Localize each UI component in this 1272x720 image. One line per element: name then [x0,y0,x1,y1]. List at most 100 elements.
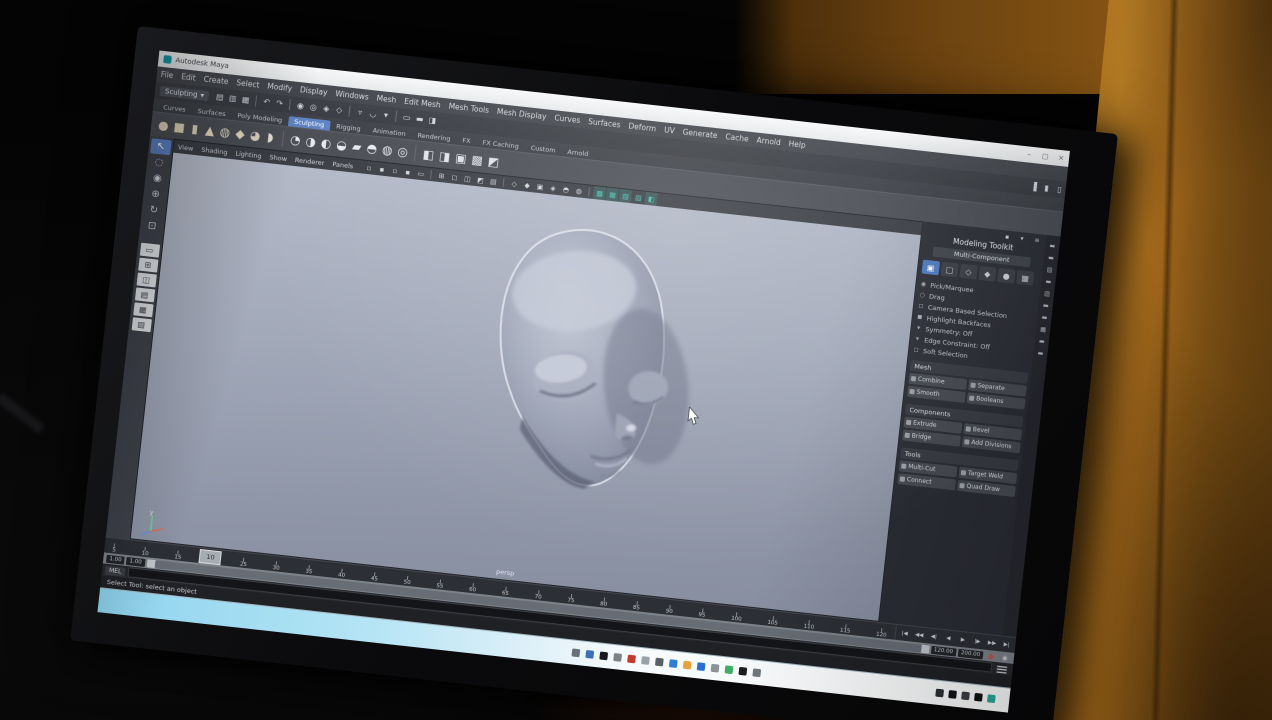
film-gate-icon[interactable]: ◻ [448,170,461,184]
play-forwards-button[interactable]: ▶ [956,632,970,648]
flatten-brush-icon[interactable]: ▰ [350,134,365,159]
pinch-brush-icon[interactable]: ◒ [334,132,349,157]
select-object-icon[interactable]: ◎ [306,98,320,116]
step-forward-key-button[interactable]: |▶ [971,633,985,649]
lasso-tool[interactable]: ◌ [148,154,170,171]
playback-start-field[interactable]: 1.00 [126,556,146,567]
image-plane-icon[interactable]: ▭ [414,166,427,180]
bulge-brush-icon[interactable]: ▣ [453,146,469,171]
smear-brush-icon[interactable]: ◨ [437,144,453,169]
menu-item[interactable]: Windows [331,89,373,102]
plane-primitive-icon[interactable]: ◆ [233,121,248,146]
menu-item[interactable]: File [156,69,177,80]
render-settings-icon[interactable]: ◨ [426,111,440,129]
field-chart-icon[interactable]: ▤ [487,174,500,188]
play-backwards-button[interactable]: ◀ [942,630,956,646]
wireframe-icon[interactable]: ◇ [508,177,521,191]
viewport-menu-item[interactable]: Panels [328,159,358,170]
range-handle-right[interactable] [920,644,930,654]
menu-item[interactable]: Generate [678,127,722,141]
xray-joints-icon[interactable]: ▧ [618,188,633,204]
layout-persp-graph-button[interactable]: ▦ [132,302,154,318]
layout-single-pane-button[interactable]: ▭ [139,242,160,258]
range-handle-left[interactable] [146,558,156,568]
taskbar-app-icon[interactable] [585,649,595,659]
menu-item[interactable]: Surfaces [584,117,625,130]
menu-item[interactable]: Deform [624,121,661,134]
cone-primitive-icon[interactable]: ▲ [203,118,218,143]
menu-item[interactable]: Modify [263,81,297,94]
vertex-mode-button[interactable]: □ [940,261,959,278]
tray-icon[interactable] [986,694,996,704]
taskbar-app-icon[interactable] [724,665,734,675]
viewport-menu-item[interactable]: Shading [197,145,232,157]
tray-icon[interactable] [948,690,957,699]
taskbar-app-icon[interactable] [627,654,637,664]
uv-mode-button[interactable]: ● [997,267,1016,284]
side-tab-icon[interactable]: ▤ [1043,265,1056,274]
new-scene-icon[interactable]: ▤ [213,88,227,106]
select-camera-icon[interactable]: ▫ [362,161,375,175]
check-control[interactable]: ◻ [912,346,921,354]
taskbar-app-icon[interactable] [683,660,692,670]
torus-primitive-icon[interactable]: ◍ [217,120,232,145]
redo-icon[interactable]: ↷ [273,94,287,112]
viewport-canvas[interactable]: y persp [130,152,921,621]
taskbar-app-icon[interactable] [613,653,623,662]
object-mode-button[interactable]: ▣ [921,259,941,276]
viewport-menu-item[interactable]: Lighting [231,149,266,161]
cylinder-primitive-icon[interactable]: ▮ [188,116,203,141]
taskbar-app-icon[interactable] [669,659,678,669]
taskbar-app-icon[interactable] [641,656,651,665]
menu-item[interactable]: Curves [550,113,585,126]
side-tab-icon[interactable]: ▬ [1039,301,1052,310]
spray-brush-icon[interactable]: ◍ [380,137,395,162]
isolate-select-icon[interactable]: ▩ [593,186,607,201]
tray-icon[interactable] [961,691,970,701]
shadows-icon[interactable]: ◓ [559,182,572,196]
sidebar-tool-settings-icon[interactable]: ▮ [1040,179,1054,197]
save-scene-icon[interactable]: ▦ [239,91,253,109]
sidebar-channel-box-icon[interactable]: ▯ [1053,181,1067,199]
knife-brush-icon[interactable]: ◧ [421,142,437,167]
gate-mask-icon[interactable]: ◩ [474,173,487,187]
side-tab-icon[interactable]: ▬ [1046,241,1059,250]
paint-select-tool[interactable]: ◉ [147,170,169,187]
freeze-brush-icon[interactable]: ◩ [486,149,502,174]
radio-control[interactable]: ◉ [919,280,928,288]
mel-label[interactable]: MEL [104,565,126,577]
grid-toggle-icon[interactable]: ⊞ [435,169,448,183]
taskbar-app-icon[interactable] [655,657,665,667]
snap-grid-icon[interactable]: ▿ [353,103,367,121]
amplify-brush-icon[interactable]: ▩ [469,147,485,172]
taskbar-app-icon[interactable] [752,668,762,678]
edge-mode-button[interactable]: ◇ [959,263,978,280]
check-control[interactable]: ◼ [915,313,924,321]
side-tab-icon[interactable]: ▦ [1037,325,1050,334]
disc-primitive-icon[interactable]: ◕ [248,123,263,148]
taskbar-app-icon[interactable] [696,662,706,672]
taskbar-app-icon[interactable] [571,648,581,658]
foamy-brush-icon[interactable]: ◓ [364,136,379,161]
face-mode-button[interactable]: ◆ [978,265,997,282]
taskbar-app-icon[interactable] [738,666,748,676]
lock-camera-icon[interactable]: ▪ [375,162,388,176]
menu-set-dropdown[interactable]: Sculpting ▾ [159,85,210,101]
current-frame-marker[interactable]: 10 [198,549,223,566]
repeat-brush-icon[interactable]: ◎ [395,139,410,164]
step-forward-frame-button[interactable]: ▶▶ [985,635,999,651]
bookmark-icon[interactable]: ▪ [401,165,414,179]
close-button[interactable]: × [1053,153,1070,163]
snap-curve-icon[interactable]: ◡ [366,105,380,123]
go-to-end-button[interactable]: ▶| [1000,636,1014,652]
tray-icon[interactable] [973,692,983,702]
selection-mask-icon[interactable]: ◇ [332,101,346,119]
layout-two-side-button[interactable]: ◫ [136,272,157,288]
sculpt-brush-icon[interactable]: ◔ [288,127,303,152]
radio-control[interactable]: ○ [918,291,927,299]
side-tab-icon[interactable]: ▬ [1042,277,1055,286]
taskbar-app-icon[interactable] [599,651,609,661]
use-lights-icon[interactable]: ◈ [546,181,559,195]
drop-control[interactable]: ▾ [913,335,922,343]
grab-brush-icon[interactable]: ◐ [319,131,334,156]
